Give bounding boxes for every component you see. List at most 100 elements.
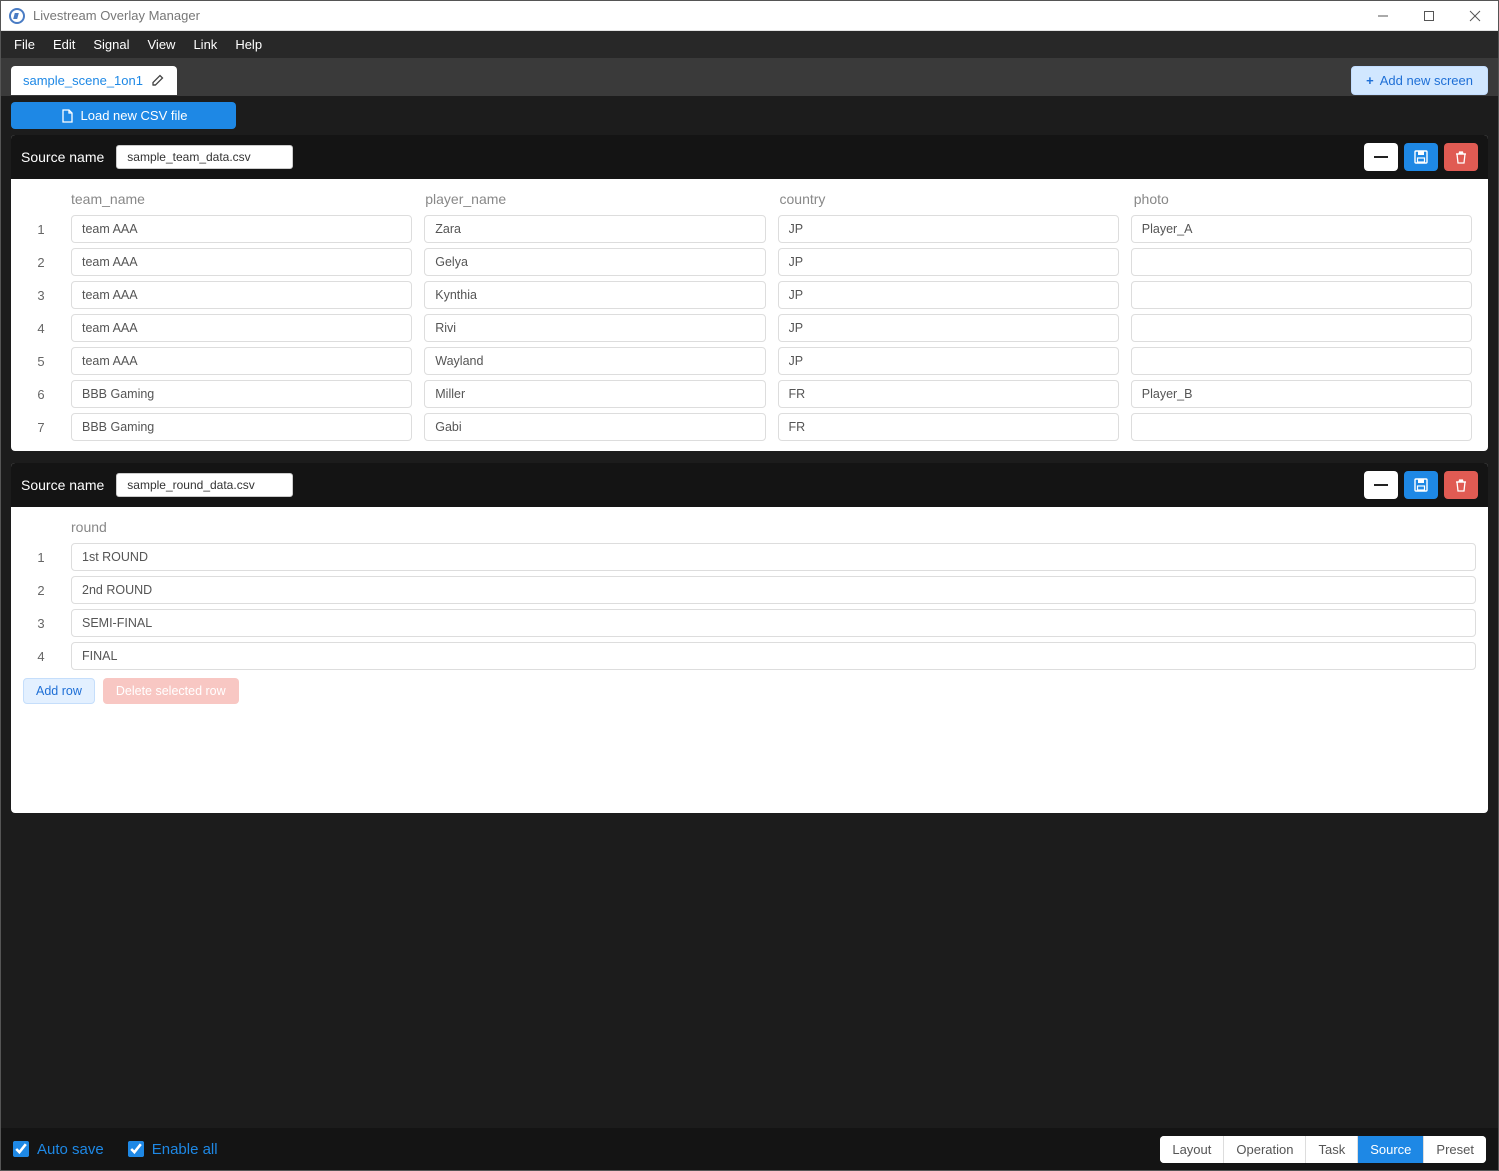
window-maximize-button[interactable]	[1406, 1, 1452, 31]
footer: Auto save Enable all Layout Operation Ta…	[1, 1128, 1498, 1170]
menu-edit[interactable]: Edit	[44, 33, 84, 56]
save-source-button[interactable]	[1404, 471, 1438, 499]
cell-country[interactable]	[778, 281, 1119, 309]
cell-country[interactable]	[778, 314, 1119, 342]
table-row[interactable]: 4	[17, 642, 1482, 670]
add-row-button[interactable]: Add row	[23, 678, 95, 704]
window-close-button[interactable]	[1452, 1, 1498, 31]
mode-tab-layout[interactable]: Layout	[1160, 1136, 1224, 1163]
add-screen-label: Add new screen	[1380, 73, 1473, 88]
cell-photo[interactable]	[1131, 314, 1472, 342]
rownum-header	[17, 191, 65, 207]
mode-tab-source[interactable]: Source	[1358, 1136, 1424, 1163]
enable-all-checkbox[interactable]	[128, 1141, 144, 1157]
cell-photo[interactable]	[1131, 413, 1472, 441]
file-icon	[60, 109, 74, 123]
cell-country[interactable]	[778, 347, 1119, 375]
trash-icon	[1454, 150, 1468, 164]
cell-team_name[interactable]	[71, 380, 412, 408]
cell-team_name[interactable]	[71, 413, 412, 441]
cell-country[interactable]	[778, 248, 1119, 276]
cell-country[interactable]	[778, 215, 1119, 243]
menu-link[interactable]: Link	[184, 33, 226, 56]
delete-source-button[interactable]	[1444, 143, 1478, 171]
row-number: 7	[17, 420, 65, 435]
cell-photo[interactable]	[1131, 380, 1472, 408]
menu-help[interactable]: Help	[226, 33, 271, 56]
cell-round[interactable]	[71, 543, 1476, 571]
menu-file[interactable]: File	[5, 33, 44, 56]
enable-all-toggle[interactable]: Enable all	[128, 1141, 218, 1158]
col-header-country: country	[774, 191, 1128, 207]
cell-team_name[interactable]	[71, 347, 412, 375]
cell-photo[interactable]	[1131, 248, 1472, 276]
app-icon	[9, 8, 25, 24]
save-source-button[interactable]	[1404, 143, 1438, 171]
col-header-round: round	[65, 519, 1482, 535]
titlebar: Livestream Overlay Manager	[1, 1, 1498, 31]
cell-player_name[interactable]	[424, 281, 765, 309]
cell-country[interactable]	[778, 380, 1119, 408]
cell-team_name[interactable]	[71, 248, 412, 276]
cell-photo[interactable]	[1131, 347, 1472, 375]
collapse-panel-button[interactable]	[1364, 471, 1398, 499]
cell-player_name[interactable]	[424, 413, 765, 441]
cell-round[interactable]	[71, 576, 1476, 604]
window-minimize-button[interactable]	[1360, 1, 1406, 31]
panel-actions-round	[1364, 471, 1478, 499]
table-row[interactable]: 4	[17, 314, 1478, 342]
delete-source-button[interactable]	[1444, 471, 1478, 499]
row-number: 4	[17, 321, 65, 336]
table-row[interactable]: 3	[17, 609, 1482, 637]
auto-save-toggle[interactable]: Auto save	[13, 1141, 104, 1158]
menubar: File Edit Signal View Link Help	[1, 31, 1498, 58]
add-new-screen-button[interactable]: + Add new screen	[1351, 66, 1488, 95]
cell-country[interactable]	[778, 413, 1119, 441]
table-scroll-team[interactable]: 1 2 3 4 5 6 7	[17, 215, 1482, 441]
menu-signal[interactable]: Signal	[84, 33, 138, 56]
table-row[interactable]: 3	[17, 281, 1478, 309]
window-title: Livestream Overlay Manager	[33, 8, 200, 23]
cell-player_name[interactable]	[424, 248, 765, 276]
table-row[interactable]: 6	[17, 380, 1478, 408]
source-name-label: Source name	[21, 477, 104, 493]
table-body-round: 1 2 3 4	[17, 543, 1482, 670]
mode-tab-operation[interactable]: Operation	[1224, 1136, 1306, 1163]
table-row[interactable]: 2	[17, 576, 1482, 604]
cell-photo[interactable]	[1131, 215, 1472, 243]
cell-team_name[interactable]	[71, 281, 412, 309]
scene-tab[interactable]: sample_scene_1on1	[11, 66, 177, 95]
cell-team_name[interactable]	[71, 215, 412, 243]
cell-player_name[interactable]	[424, 314, 765, 342]
menu-view[interactable]: View	[139, 33, 185, 56]
collapse-panel-button[interactable]	[1364, 143, 1398, 171]
cell-player_name[interactable]	[424, 380, 765, 408]
table-headers-team: team_name player_name country photo	[17, 185, 1482, 215]
cell-team_name[interactable]	[71, 314, 412, 342]
delete-selected-row-button[interactable]: Delete selected row	[103, 678, 239, 704]
source-name-input-team[interactable]	[116, 145, 293, 169]
edit-scene-icon[interactable]	[151, 73, 165, 87]
mode-tab-preset[interactable]: Preset	[1424, 1136, 1486, 1163]
panel-header-team: Source name	[11, 135, 1488, 179]
table-row[interactable]: 7	[17, 413, 1478, 441]
load-csv-button[interactable]: Load new CSV file	[11, 102, 236, 129]
row-actions-round: Add row Delete selected row	[17, 670, 1482, 712]
table-row[interactable]: 5	[17, 347, 1478, 375]
mode-tab-task[interactable]: Task	[1306, 1136, 1358, 1163]
cell-player_name[interactable]	[424, 347, 765, 375]
cell-photo[interactable]	[1131, 281, 1472, 309]
source-name-input-round[interactable]	[116, 473, 293, 497]
row-number: 3	[17, 288, 65, 303]
table-row[interactable]: 1	[17, 543, 1482, 571]
plus-icon: +	[1366, 73, 1374, 88]
auto-save-label: Auto save	[37, 1141, 104, 1158]
source-panel-round: Source name round	[11, 463, 1488, 813]
cell-round[interactable]	[71, 609, 1476, 637]
auto-save-checkbox[interactable]	[13, 1141, 29, 1157]
table-row[interactable]: 1	[17, 215, 1478, 243]
table-row[interactable]: 2	[17, 248, 1478, 276]
scene-tabbar: sample_scene_1on1 + Add new screen	[1, 58, 1498, 96]
cell-round[interactable]	[71, 642, 1476, 670]
cell-player_name[interactable]	[424, 215, 765, 243]
